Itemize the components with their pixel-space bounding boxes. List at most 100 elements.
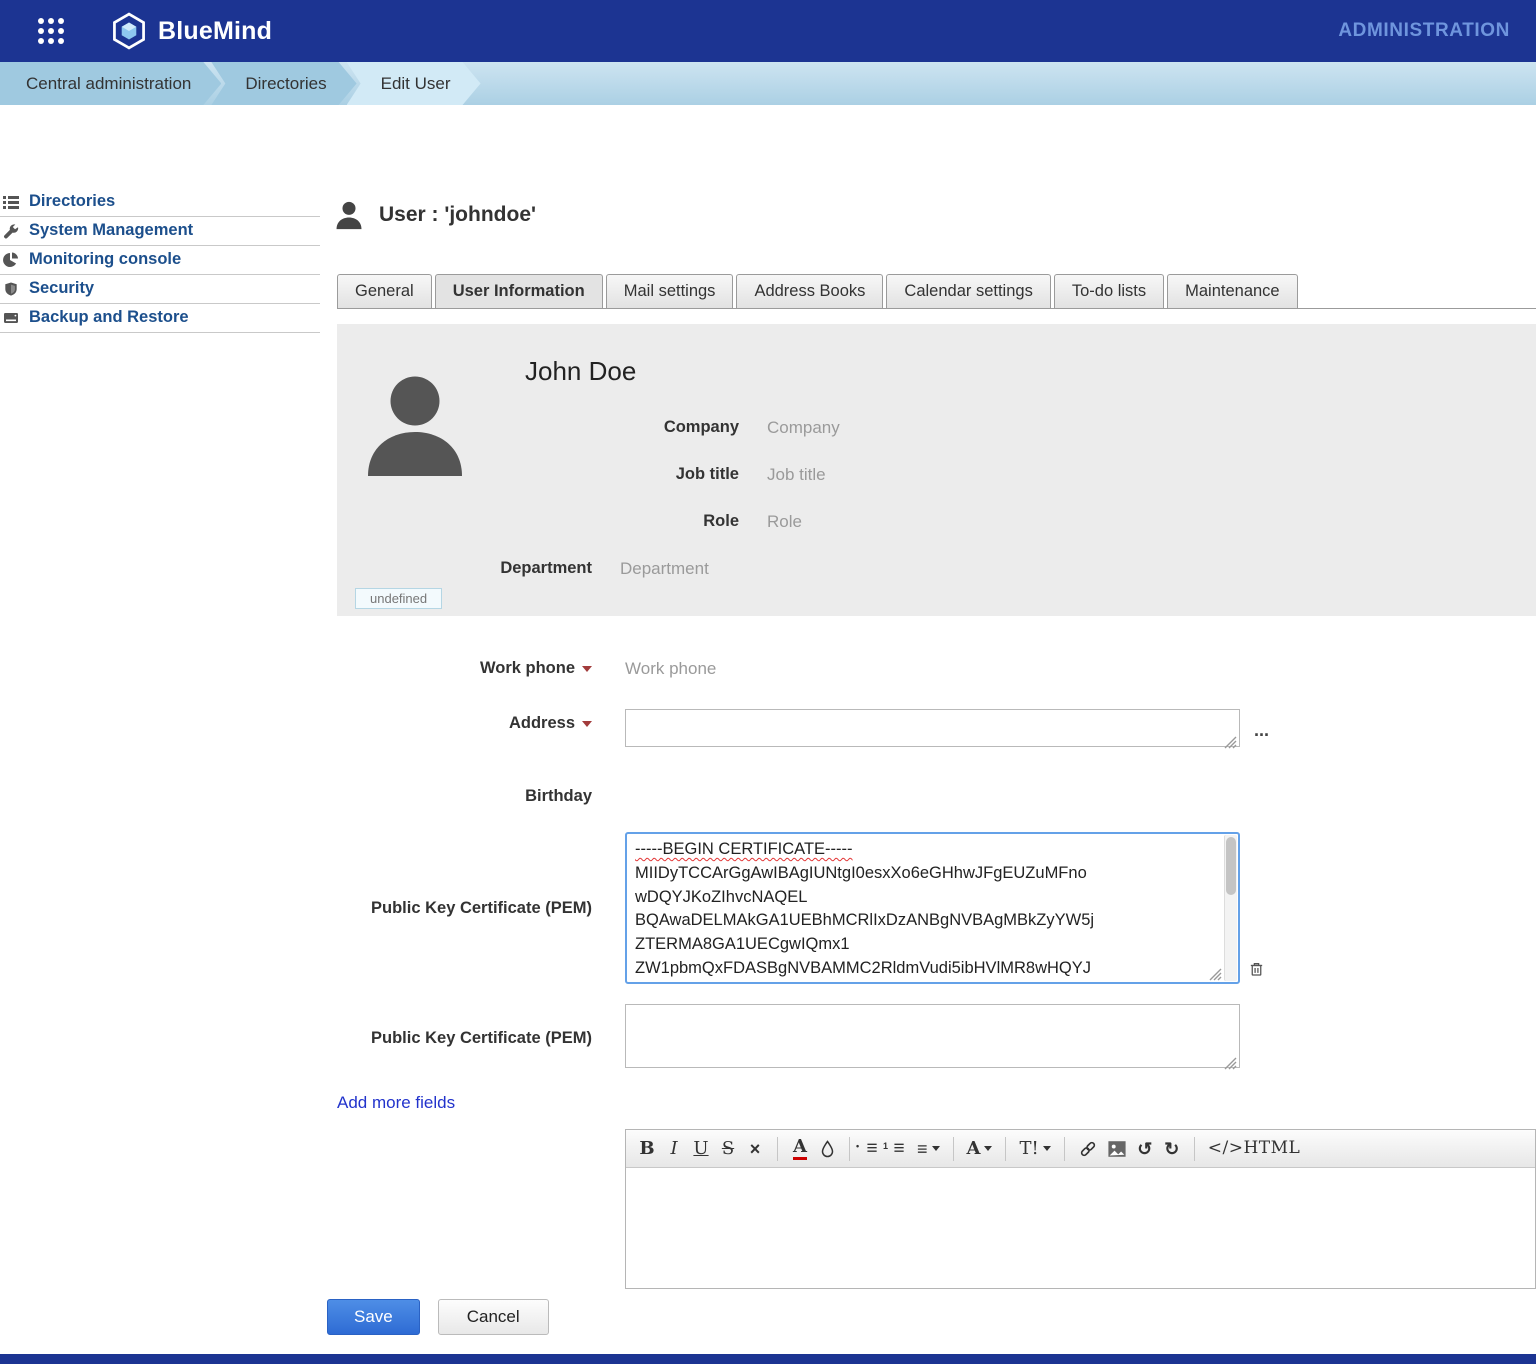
- bluemind-logo-icon: [110, 12, 148, 50]
- toolbar-separator: [1064, 1137, 1065, 1161]
- tab-user-information[interactable]: User Information: [435, 274, 603, 308]
- work-phone-type-dropdown-icon[interactable]: [582, 666, 592, 672]
- certificate-scrollbar[interactable]: [1224, 835, 1237, 981]
- profile-name: John Doe: [525, 356, 636, 387]
- department-label: Department: [337, 559, 620, 578]
- sidebar-item-directories[interactable]: Directories: [0, 188, 320, 217]
- breadcrumb-item-directories[interactable]: Directories: [211, 62, 356, 105]
- html-source-button[interactable]: </>HTML: [1208, 1140, 1301, 1157]
- sidebar-item-security[interactable]: Security: [0, 275, 320, 304]
- undefined-badge[interactable]: undefined: [355, 588, 442, 609]
- resize-grip-icon[interactable]: [1224, 736, 1237, 749]
- font-dropdown-icon[interactable]: A: [967, 1140, 993, 1158]
- undo-icon[interactable]: ↺: [1136, 1140, 1154, 1158]
- address-textarea[interactable]: [625, 709, 1240, 747]
- user-info-form: Work phone Address ... Birthday Public K…: [337, 654, 1536, 1073]
- department-field[interactable]: [620, 559, 900, 579]
- role-label: Role: [337, 512, 767, 531]
- underline-icon[interactable]: U: [692, 1140, 710, 1158]
- toolbar-separator: [1005, 1137, 1006, 1161]
- certificate-body: MIIDyTCCArGgAwIBAgIUNtgI0esxXo6eGHhwJFgE…: [635, 864, 1094, 977]
- field-row-role: Role: [337, 498, 1536, 545]
- tab-mail-settings[interactable]: Mail settings: [606, 274, 734, 308]
- footer-bar: [0, 1354, 1536, 1364]
- breadcrumb: Central administration Directories Edit …: [0, 62, 1536, 105]
- role-field[interactable]: [767, 512, 1047, 532]
- bold-icon[interactable]: B: [638, 1140, 656, 1158]
- number-one: 1: [883, 1142, 888, 1151]
- toolbar-separator: [777, 1137, 778, 1161]
- bullet-dot: •: [856, 1142, 859, 1151]
- bullet-list-icon[interactable]: •≡: [863, 1139, 881, 1158]
- font-glyph: A: [967, 1140, 981, 1158]
- certificate2-textarea[interactable]: [625, 1004, 1240, 1068]
- highlight-color-icon[interactable]: [818, 1140, 836, 1158]
- notes-editor: B I U S × A •≡ 1≡ ≡ A T!: [625, 1129, 1536, 1289]
- chevron-down-icon: [984, 1146, 992, 1151]
- field-row-job-title: Job title: [337, 451, 1536, 498]
- insert-link-icon[interactable]: [1078, 1139, 1098, 1159]
- address-row: Address ...: [337, 709, 1536, 752]
- pie-chart-icon: [2, 251, 20, 268]
- user-icon: [332, 198, 366, 232]
- page-header: User : 'johndoe': [332, 198, 1536, 232]
- breadcrumb-item-central-administration[interactable]: Central administration: [0, 62, 221, 105]
- backup-disk-icon: [2, 309, 20, 326]
- address-type-dropdown-icon[interactable]: [582, 721, 592, 727]
- chevron-down-icon: [1043, 1146, 1051, 1151]
- work-phone-label-text: Work phone: [480, 659, 575, 677]
- resize-grip-icon[interactable]: [1209, 968, 1222, 981]
- font-size-dropdown-icon[interactable]: T!: [1019, 1140, 1050, 1158]
- insert-image-icon[interactable]: [1107, 1140, 1127, 1158]
- cancel-button[interactable]: Cancel: [438, 1299, 549, 1335]
- redo-icon[interactable]: ↻: [1163, 1140, 1181, 1158]
- tab-maintenance[interactable]: Maintenance: [1167, 274, 1297, 308]
- certificate1-textarea[interactable]: -----BEGIN CERTIFICATE----- MIIDyTCCArGg…: [625, 832, 1240, 984]
- page-title: User : 'johndoe': [379, 203, 536, 227]
- sidebar-item-label: Directories: [29, 192, 115, 211]
- text-color-icon[interactable]: A: [791, 1138, 809, 1160]
- wrench-icon: [2, 222, 20, 239]
- add-more-fields-link[interactable]: Add more fields: [337, 1093, 455, 1112]
- tab-calendar-settings[interactable]: Calendar settings: [886, 274, 1050, 308]
- main-content: User : 'johndoe' General User Informatio…: [327, 188, 1536, 1335]
- italic-icon[interactable]: I: [665, 1140, 683, 1158]
- app-launcher-icon[interactable]: [38, 18, 64, 44]
- chevron-down-icon: [932, 1146, 940, 1151]
- strikethrough-icon[interactable]: S: [719, 1140, 737, 1158]
- toolbar-separator: [849, 1137, 850, 1161]
- job-title-field[interactable]: [767, 465, 1047, 485]
- remove-format-icon[interactable]: ×: [746, 1140, 764, 1158]
- address-label: Address: [337, 709, 625, 752]
- certificate1-box-wrap: -----BEGIN CERTIFICATE----- MIIDyTCCArGg…: [625, 832, 1240, 984]
- sidebar-item-backup-restore[interactable]: Backup and Restore: [0, 304, 320, 333]
- certificate-row-1: Public Key Certificate (PEM) -----BEGIN …: [337, 832, 1536, 984]
- delete-certificate-icon[interactable]: [1248, 960, 1265, 978]
- breadcrumb-label: Edit User: [381, 74, 451, 94]
- resize-grip-icon[interactable]: [1224, 1057, 1237, 1070]
- toolbar-separator: [953, 1137, 954, 1161]
- profile-fields: Company Job title Role Department: [337, 324, 1536, 592]
- align-lines: ≡: [917, 1140, 928, 1158]
- scrollbar-thumb[interactable]: [1226, 837, 1236, 895]
- editor-content-area[interactable]: [626, 1168, 1535, 1288]
- work-phone-input[interactable]: [625, 654, 925, 679]
- numbered-list-icon[interactable]: 1≡: [890, 1139, 908, 1158]
- align-dropdown-icon[interactable]: ≡: [917, 1140, 940, 1158]
- breadcrumb-label: Directories: [245, 74, 326, 94]
- field-row-department: Department: [337, 545, 1536, 592]
- sidebar-item-monitoring-console[interactable]: Monitoring console: [0, 246, 320, 275]
- form-actions: Save Cancel: [327, 1299, 1536, 1335]
- company-field[interactable]: [767, 418, 1047, 438]
- tab-general[interactable]: General: [337, 274, 432, 308]
- tab-todo-lists[interactable]: To-do lists: [1054, 274, 1164, 308]
- address-more-button[interactable]: ...: [1254, 720, 1269, 741]
- brand-name: BlueMind: [158, 17, 272, 46]
- sidebar-item-system-management[interactable]: System Management: [0, 217, 320, 246]
- field-row-company: Company: [337, 404, 1536, 451]
- breadcrumb-item-edit-user[interactable]: Edit User: [347, 62, 481, 105]
- certificate1-label: Public Key Certificate (PEM): [337, 899, 625, 918]
- number-lines: ≡: [893, 1139, 904, 1158]
- save-button[interactable]: Save: [327, 1299, 420, 1335]
- tab-address-books[interactable]: Address Books: [736, 274, 883, 308]
